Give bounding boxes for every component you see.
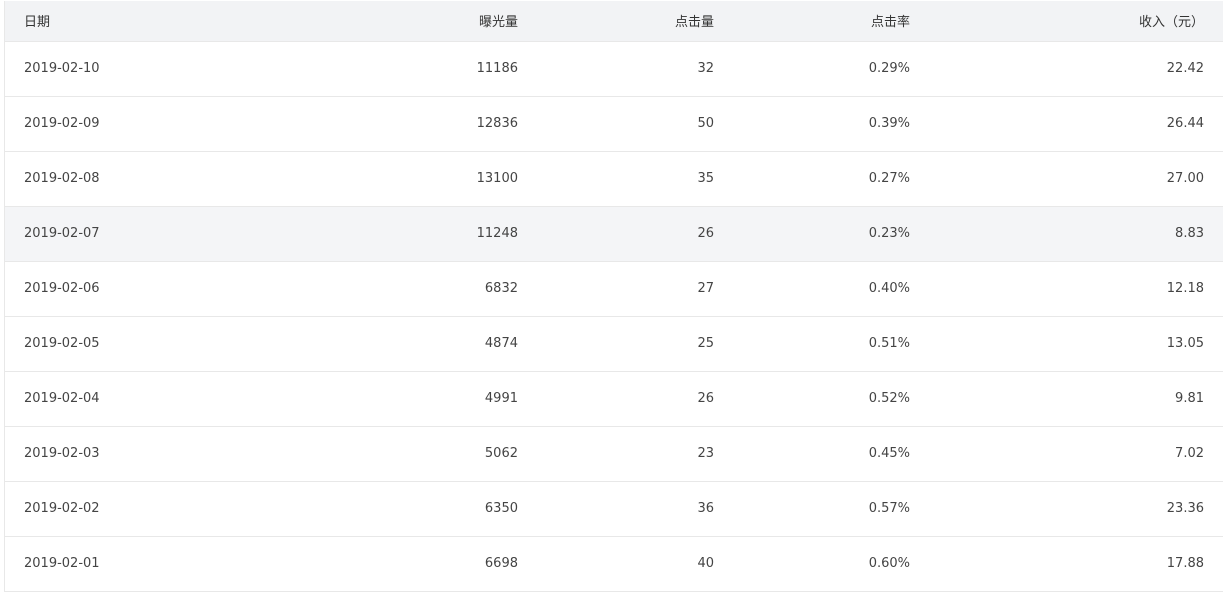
cell-ctr: 0.27% <box>733 151 929 207</box>
cell-ctr: 0.60% <box>733 536 929 592</box>
table-row-hovered[interactable]: 2019-02-07 11248 26 0.23% 8.83 <box>5 206 1223 262</box>
cell-ctr: 0.45% <box>733 426 929 482</box>
header-row: 日期 曝光量 点击量 点击率 收入（元） <box>5 1 1223 42</box>
table-row[interactable]: 2019-02-09 12836 50 0.39% 26.44 <box>5 96 1223 152</box>
table-row[interactable]: 2019-02-03 5062 23 0.45% 7.02 <box>5 426 1223 482</box>
cell-clicks: 40 <box>537 536 733 592</box>
cell-date: 2019-02-10 <box>5 41 251 97</box>
cell-ctr: 0.29% <box>733 41 929 97</box>
cell-impressions: 4874 <box>251 316 537 372</box>
cell-clicks: 26 <box>537 371 733 427</box>
cell-impressions: 13100 <box>251 151 537 207</box>
cell-clicks: 35 <box>537 151 733 207</box>
column-header-ctr[interactable]: 点击率 <box>733 1 929 42</box>
cell-impressions: 11248 <box>251 206 537 262</box>
cell-ctr: 0.57% <box>733 481 929 537</box>
table-row[interactable]: 2019-02-05 4874 25 0.51% 13.05 <box>5 316 1223 372</box>
cell-impressions: 6350 <box>251 481 537 537</box>
daily-stats-table: 日期 曝光量 点击量 点击率 收入（元） 2019-02-10 11186 32… <box>5 1 1223 592</box>
cell-clicks: 23 <box>537 426 733 482</box>
table-row[interactable]: 2019-02-06 6832 27 0.40% 12.18 <box>5 261 1223 317</box>
table-row[interactable]: 2019-02-02 6350 36 0.57% 23.36 <box>5 481 1223 537</box>
cell-revenue: 8.83 <box>929 206 1223 262</box>
cell-ctr: 0.39% <box>733 96 929 152</box>
cell-ctr: 0.23% <box>733 206 929 262</box>
cell-clicks: 25 <box>537 316 733 372</box>
cell-date: 2019-02-04 <box>5 371 251 427</box>
table-row[interactable]: 2019-02-01 6698 40 0.60% 17.88 <box>5 536 1223 592</box>
column-header-clicks[interactable]: 点击量 <box>537 1 733 42</box>
cell-ctr: 0.40% <box>733 261 929 317</box>
cell-date: 2019-02-01 <box>5 536 251 592</box>
cell-ctr: 0.51% <box>733 316 929 372</box>
cell-date: 2019-02-05 <box>5 316 251 372</box>
cell-clicks: 36 <box>537 481 733 537</box>
column-header-impressions[interactable]: 曝光量 <box>251 1 537 42</box>
cell-impressions: 6832 <box>251 261 537 317</box>
cell-revenue: 26.44 <box>929 96 1223 152</box>
table-row[interactable]: 2019-02-10 11186 32 0.29% 22.42 <box>5 41 1223 97</box>
table-row[interactable]: 2019-02-04 4991 26 0.52% 9.81 <box>5 371 1223 427</box>
column-header-date[interactable]: 日期 <box>5 1 251 42</box>
cell-clicks: 27 <box>537 261 733 317</box>
table-row[interactable]: 2019-02-08 13100 35 0.27% 27.00 <box>5 151 1223 207</box>
cell-revenue: 22.42 <box>929 41 1223 97</box>
cell-date: 2019-02-02 <box>5 481 251 537</box>
cell-revenue: 9.81 <box>929 371 1223 427</box>
cell-impressions: 12836 <box>251 96 537 152</box>
cell-revenue: 23.36 <box>929 481 1223 537</box>
cell-revenue: 7.02 <box>929 426 1223 482</box>
cell-date: 2019-02-07 <box>5 206 251 262</box>
cell-revenue: 12.18 <box>929 261 1223 317</box>
cell-clicks: 26 <box>537 206 733 262</box>
cell-clicks: 50 <box>537 96 733 152</box>
stats-table: 日期 曝光量 点击量 点击率 收入（元） 2019-02-10 11186 32… <box>4 1 1223 592</box>
cell-impressions: 6698 <box>251 536 537 592</box>
cell-revenue: 13.05 <box>929 316 1223 372</box>
cell-date: 2019-02-03 <box>5 426 251 482</box>
cell-clicks: 32 <box>537 41 733 97</box>
cell-impressions: 11186 <box>251 41 537 97</box>
table-header: 日期 曝光量 点击量 点击率 收入（元） <box>5 1 1223 42</box>
cell-ctr: 0.52% <box>733 371 929 427</box>
cell-date: 2019-02-06 <box>5 261 251 317</box>
cell-date: 2019-02-09 <box>5 96 251 152</box>
cell-impressions: 5062 <box>251 426 537 482</box>
column-header-revenue[interactable]: 收入（元） <box>929 1 1223 42</box>
cell-impressions: 4991 <box>251 371 537 427</box>
cell-revenue: 27.00 <box>929 151 1223 207</box>
cell-date: 2019-02-08 <box>5 151 251 207</box>
cell-revenue: 17.88 <box>929 536 1223 592</box>
table-body: 2019-02-10 11186 32 0.29% 22.42 2019-02-… <box>5 41 1223 592</box>
